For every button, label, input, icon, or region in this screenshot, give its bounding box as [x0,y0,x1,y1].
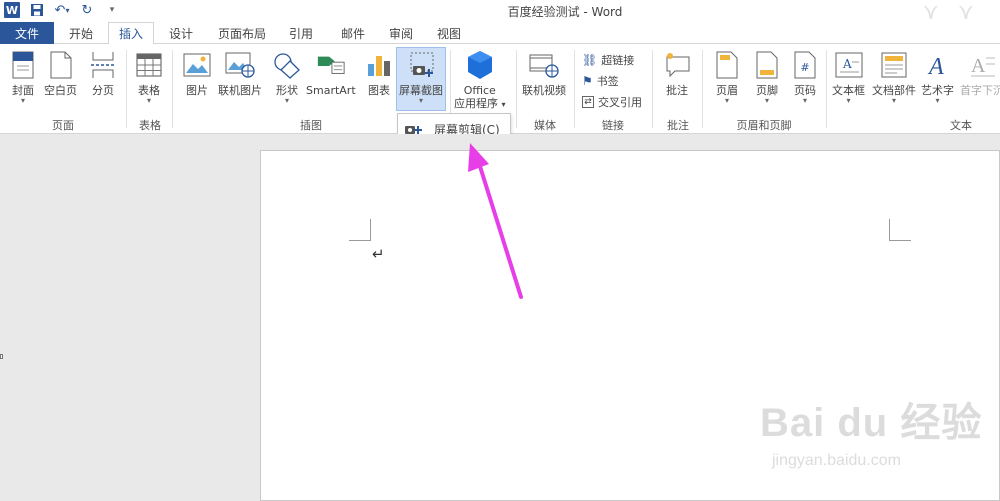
watermark-sub-text: jingyan.baidu.com [772,452,901,469]
watermark-main-text: Bai du 经验 [760,401,983,445]
baidu-watermark: Bai du 经验 jingyan.baidu.com [760,390,982,470]
